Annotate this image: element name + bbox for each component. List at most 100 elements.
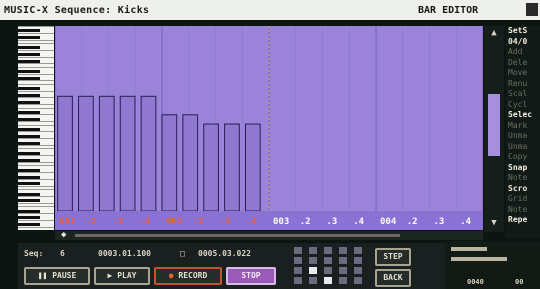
menu-item[interactable]: Copy <box>506 152 540 163</box>
track-pad[interactable] <box>294 267 302 274</box>
track-pad[interactable] <box>294 257 302 264</box>
white-key-divider <box>18 49 54 51</box>
bar-tick-label: .4 <box>460 217 471 227</box>
editor-mode-label: BAR EDITOR <box>418 5 479 16</box>
step-button[interactable]: STEP <box>375 248 411 266</box>
scroll-knob-icon[interactable]: ◆ <box>61 231 71 240</box>
scroll-up-arrow-icon[interactable]: ▲ <box>487 28 501 38</box>
white-key-divider <box>18 179 54 180</box>
track-pad[interactable] <box>354 257 362 264</box>
menu-item[interactable]: Scal <box>506 89 540 100</box>
title-bar: MUSIC-X Sequence: Kicks BAR EDITOR <box>0 0 540 20</box>
pause-button[interactable]: ❚❚ PAUSE <box>24 267 90 285</box>
vertical-scrollbar[interactable]: ▲ ▼ <box>484 26 504 232</box>
bar-tick-label: .2 <box>300 217 311 227</box>
note-grid[interactable]: 001 .2 .3 .4 002 .2 .3 .4 003 .2 .3 .4 004 .2 .3 .4 <box>55 26 483 230</box>
track-pad[interactable] <box>324 277 332 284</box>
play-button[interactable]: ▶ PLAY <box>94 267 150 285</box>
white-key-divider <box>18 189 54 191</box>
piano-keyboard[interactable] <box>18 26 54 230</box>
bar-tick-label: .3 <box>434 217 445 227</box>
pause-icon: ❚❚ <box>37 271 48 280</box>
white-key-divider <box>18 43 54 44</box>
mixer-value-2: 00 <box>515 278 524 286</box>
note-bar[interactable] <box>57 95 73 212</box>
track-pad[interactable] <box>339 277 347 284</box>
bar-tick-label: .3 <box>327 217 338 227</box>
track-pad[interactable] <box>309 267 317 274</box>
bar-tick-label: .4 <box>139 217 150 227</box>
bar-tick-label: .2 <box>193 217 204 227</box>
level-meter-2[interactable] <box>451 257 507 261</box>
track-pad[interactable] <box>294 277 302 284</box>
menu-item[interactable]: SetS <box>506 26 540 37</box>
depth-gadget-icon[interactable] <box>526 3 538 16</box>
menu-item[interactable]: Repe <box>506 215 540 226</box>
white-key-divider <box>18 124 54 126</box>
white-key-divider <box>18 213 54 214</box>
note-bar[interactable] <box>182 114 199 212</box>
menu-item[interactable]: Unma <box>506 131 540 142</box>
note-bar[interactable] <box>161 114 178 212</box>
track-pad[interactable] <box>354 267 362 274</box>
note-bar[interactable] <box>140 95 157 212</box>
track-pad[interactable] <box>309 277 317 284</box>
bar-tick-label: 004 <box>380 217 397 227</box>
track-pad[interactable] <box>339 267 347 274</box>
track-pad[interactable] <box>309 257 317 264</box>
menu-item[interactable]: Snap <box>506 163 540 174</box>
track-pad[interactable] <box>324 247 332 254</box>
track-pad[interactable] <box>324 267 332 274</box>
record-icon: ● <box>168 271 174 280</box>
start-time-field[interactable]: 0003.01.100 <box>98 249 151 258</box>
note-bar[interactable] <box>98 95 115 212</box>
menu-item[interactable]: Unma <box>506 142 540 153</box>
end-time-field[interactable]: 0005.03.022 <box>198 249 251 258</box>
menu-item[interactable]: Scro <box>506 184 540 195</box>
bar-tick-label: .3 <box>113 217 124 227</box>
track-pad[interactable] <box>294 247 302 254</box>
menu-item[interactable]: Note <box>506 173 540 184</box>
back-button[interactable]: BACK <box>375 269 411 287</box>
bar-tick-label: 001 <box>59 217 75 227</box>
track-pad[interactable] <box>354 247 362 254</box>
note-bar[interactable] <box>224 123 240 212</box>
note-bar[interactable] <box>78 95 94 212</box>
play-label: PLAY <box>117 271 137 280</box>
track-pad[interactable] <box>324 257 332 264</box>
menu-item[interactable]: 04/0 <box>506 37 540 48</box>
menu-item[interactable]: Cycl <box>506 100 540 111</box>
white-key-divider <box>18 107 54 109</box>
horizontal-scroll-track[interactable] <box>75 234 400 237</box>
track-pad[interactable] <box>309 247 317 254</box>
menu-item[interactable]: Note <box>506 205 540 216</box>
note-bar[interactable] <box>119 95 136 212</box>
stop-label: STOP <box>241 271 261 280</box>
menu-item[interactable]: Add <box>506 47 540 58</box>
white-key-divider <box>18 32 54 34</box>
transport-panel: Seq: 6 0003.01.100 □ 0005.03.022 ❚❚ PAUS… <box>18 243 458 289</box>
track-pad[interactable] <box>339 257 347 264</box>
mixer-value-1: 0040 <box>467 278 484 286</box>
note-bar[interactable] <box>203 123 219 212</box>
stop-button[interactable]: STOP <box>226 267 276 285</box>
track-pad[interactable] <box>354 277 362 284</box>
horizontal-scrollbar[interactable]: ◆ <box>55 231 483 240</box>
vertical-scroll-thumb[interactable] <box>488 94 500 156</box>
level-meter-1[interactable] <box>451 247 487 251</box>
menu-item[interactable]: Dele <box>506 58 540 69</box>
note-bar[interactable] <box>244 123 261 212</box>
command-menu: SetS 04/0 Add Dele Move Renu Scal Cycl Selec Mark… <box>506 26 540 238</box>
scroll-down-arrow-icon[interactable]: ▼ <box>487 218 501 228</box>
menu-item[interactable]: Selec <box>506 110 540 121</box>
menu-item[interactable]: Renu <box>506 79 540 90</box>
menu-item[interactable]: Move <box>506 68 540 79</box>
white-key-divider <box>18 80 54 82</box>
menu-item[interactable]: Grid <box>506 194 540 205</box>
white-key-divider <box>18 202 54 204</box>
track-pad[interactable] <box>339 247 347 254</box>
back-label: BACK <box>383 273 403 282</box>
seq-number[interactable]: 6 <box>60 249 65 258</box>
record-button[interactable]: ● RECORD <box>154 267 222 285</box>
menu-item[interactable]: Mark <box>506 121 540 132</box>
